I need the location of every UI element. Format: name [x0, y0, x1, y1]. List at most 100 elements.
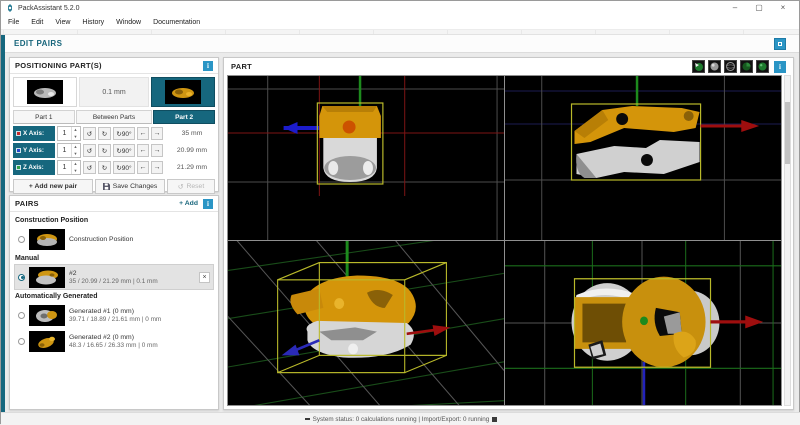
- solid-view-button[interactable]: [740, 60, 753, 73]
- fit-view-button[interactable]: [756, 60, 769, 73]
- tab-part-1[interactable]: Part 1: [13, 110, 75, 124]
- part1-thumbnail-card[interactable]: [13, 77, 77, 107]
- pair-radio-generated-1[interactable]: [18, 311, 25, 319]
- part-panel-header: PART i: [224, 58, 793, 75]
- pair-subtitle-generated-1: 39.71 / 18.89 / 21.61 mm | 0 mm: [69, 315, 162, 323]
- positioning-panel-title: POSITIONING PART(S): [15, 61, 102, 70]
- x-rotate-cw-button[interactable]: ↻: [98, 127, 111, 140]
- x-axis-label-chip: X Axis:: [13, 126, 55, 141]
- part2-thumbnail-card[interactable]: [151, 77, 215, 107]
- menu-file[interactable]: File: [8, 19, 19, 26]
- x-axis-result: 35 mm: [181, 130, 203, 137]
- pair-row-generated-2[interactable]: Generated #2 (0 mm) 48.3 / 16.65 / 26.33…: [14, 328, 214, 354]
- x-axis-row: X Axis: ▲ ▼ ↺ ↻ ↻90° ← → 35 mm: [13, 126, 215, 141]
- status-text: System status: 0 calculations running | …: [312, 415, 490, 423]
- y-rotate-ccw-button[interactable]: ↺: [83, 144, 96, 157]
- reset-button[interactable]: ↺ Reset: [167, 179, 215, 194]
- pair-title-construction: Construction Position: [69, 235, 134, 243]
- viewport-grid: [227, 75, 782, 406]
- z-axis-spin-down[interactable]: ▼: [72, 168, 79, 175]
- viewport-side[interactable]: [505, 241, 781, 405]
- grey-sphere-ring-icon: [726, 62, 735, 71]
- tab-part-2[interactable]: Part 2: [153, 110, 215, 124]
- pair-texts-generated-1: Generated #1 (0 mm) 39.71 / 18.89 / 21.6…: [69, 308, 161, 323]
- viewport-top-scene: [505, 76, 781, 240]
- rotate-view-button[interactable]: [692, 60, 705, 73]
- green-sphere-arrow-icon: [695, 63, 703, 71]
- y-axis-label-chip: Y Axis:: [13, 143, 55, 158]
- minimize-button[interactable]: –: [730, 1, 740, 15]
- green-sphere-icon: [758, 62, 767, 71]
- menu-window[interactable]: Window: [116, 19, 141, 26]
- pair-texts-manual-2: #2 35 / 20.99 / 21.29 mm | 0.1 mm: [69, 270, 158, 285]
- y-rotate-cw-button[interactable]: ↻: [98, 144, 111, 157]
- menu-documentation[interactable]: Documentation: [153, 19, 200, 26]
- x-axis-arrow: [700, 120, 760, 132]
- viewport-perspective[interactable]: [228, 241, 504, 405]
- z-axis-value-input[interactable]: [58, 161, 71, 174]
- y-move-right-button[interactable]: →: [151, 144, 163, 157]
- part-scrollbar[interactable]: [784, 75, 791, 406]
- viewport-side-scene: [505, 241, 781, 405]
- menu-edit[interactable]: Edit: [31, 19, 43, 26]
- part2-thumbnail: [165, 80, 201, 104]
- part-info-button[interactable]: i: [774, 60, 786, 73]
- z-axis-stepper: ▲ ▼: [57, 160, 81, 175]
- x-axis-spin-down[interactable]: ▼: [72, 134, 79, 141]
- y-axis-spin-arrows: ▲ ▼: [71, 144, 79, 157]
- y-axis-color-icon: [16, 148, 21, 153]
- menu-history[interactable]: History: [82, 19, 104, 26]
- x-axis-value-input[interactable]: [58, 127, 71, 140]
- z-move-right-button[interactable]: →: [151, 161, 163, 174]
- x-rotate-ccw-button[interactable]: ↺: [83, 127, 96, 140]
- z-axis-result: 21.29 mm: [176, 164, 208, 171]
- shaded-view-button[interactable]: [708, 60, 721, 73]
- section-automatically-generated: Automatically Generated: [15, 293, 98, 300]
- pairs-add-button[interactable]: + Add: [179, 200, 198, 207]
- pair-texts-generated-2: Generated #2 (0 mm) 48.3 / 16.65 / 26.33…: [69, 334, 158, 349]
- pair-radio-manual-2[interactable]: [18, 273, 25, 281]
- save-changes-button[interactable]: Save Changes: [95, 179, 165, 194]
- add-new-pair-button[interactable]: + Add new pair: [13, 179, 93, 194]
- maximize-button[interactable]: ▢: [754, 1, 764, 15]
- y-axis-spin-down[interactable]: ▼: [72, 151, 79, 158]
- x-axis-label: X Axis:: [23, 130, 45, 137]
- x-rotate-90-button[interactable]: ↻90°: [113, 127, 135, 140]
- menu-view[interactable]: View: [55, 19, 70, 26]
- x-axis-spin-arrows: ▲ ▼: [71, 127, 79, 140]
- positioning-info-button[interactable]: i: [203, 60, 213, 71]
- viewport-top[interactable]: [505, 76, 781, 240]
- y-axis-result: 20.99 mm: [176, 147, 208, 154]
- pair-thumb-generated-2: [29, 330, 65, 352]
- z-rotate-90-button[interactable]: ↻90°: [113, 161, 135, 174]
- dock-icon: [778, 41, 782, 46]
- system-status-icon: [304, 418, 310, 420]
- pairs-list: Construction Position Construction Posit…: [10, 212, 218, 356]
- pair-row-construction[interactable]: Construction Position: [14, 226, 214, 252]
- grey-sphere-icon: [710, 62, 719, 71]
- close-button[interactable]: ×: [778, 1, 788, 15]
- part-scrollbar-thumb[interactable]: [785, 102, 790, 164]
- gap-value-cell: 0.1 mm: [79, 77, 149, 107]
- viewport-front[interactable]: [228, 76, 504, 240]
- x-move-right-button[interactable]: →: [151, 127, 163, 140]
- y-move-left-button[interactable]: ←: [137, 144, 149, 157]
- pair-radio-construction[interactable]: [18, 235, 25, 243]
- part-viewport-area: [224, 75, 793, 409]
- pair-row-manual-2[interactable]: #2 35 / 20.99 / 21.29 mm | 0.1 mm ×: [14, 264, 214, 290]
- z-move-left-button[interactable]: ←: [137, 161, 149, 174]
- z-rotate-ccw-button[interactable]: ↺: [83, 161, 96, 174]
- pair-row-generated-1[interactable]: Generated #1 (0 mm) 39.71 / 18.89 / 21.6…: [14, 302, 214, 328]
- dock-panel-button[interactable]: [774, 37, 786, 50]
- tab-between-parts[interactable]: Between Parts: [75, 110, 153, 124]
- pair-delete-button[interactable]: ×: [199, 271, 210, 283]
- part1-thumbnail: [27, 80, 63, 104]
- y-axis-value-input[interactable]: [58, 144, 71, 157]
- y-rotate-90-button[interactable]: ↻90°: [113, 144, 135, 157]
- x-move-left-button[interactable]: ←: [137, 127, 149, 140]
- pairs-info-button[interactable]: i: [203, 198, 213, 209]
- wireframe-view-button[interactable]: [724, 60, 737, 73]
- z-rotate-cw-button[interactable]: ↻: [98, 161, 111, 174]
- pair-radio-generated-2[interactable]: [18, 337, 25, 345]
- pairs-panel-title: PAIRS: [15, 199, 39, 208]
